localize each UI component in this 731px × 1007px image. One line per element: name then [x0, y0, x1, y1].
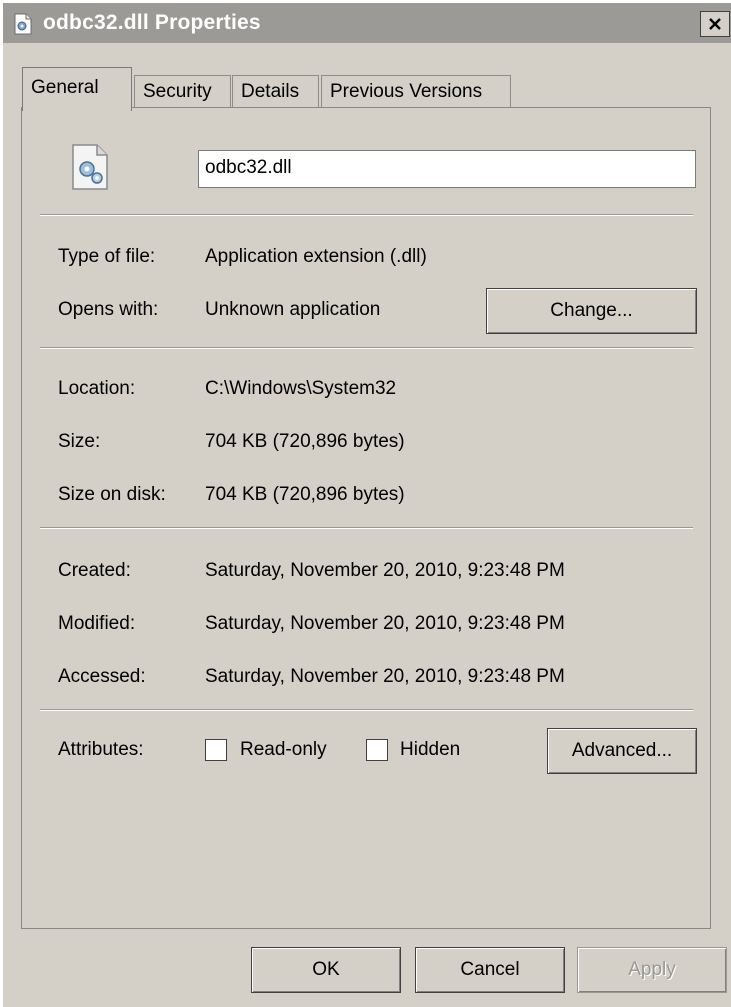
close-icon [709, 18, 721, 30]
general-tab-panel [21, 107, 711, 929]
location-value: C:\Windows\System32 [205, 378, 397, 399]
accessed-value: Saturday, November 20, 2010, 9:23:48 PM [205, 666, 565, 687]
type-of-file-value: Application extension (.dll) [205, 246, 427, 267]
cancel-button[interactable]: Cancel [415, 947, 565, 993]
tab-label: Security [143, 81, 212, 102]
opens-with-label: Opens with: [58, 299, 159, 320]
title-bar[interactable]: odbc32.dll Properties [3, 3, 731, 43]
opens-with-value: Unknown application [205, 299, 381, 320]
size-on-disk-label: Size on disk: [58, 484, 166, 505]
read-only-label[interactable]: Read-only [240, 738, 327, 762]
close-button[interactable] [700, 11, 730, 37]
accessed-label: Accessed: [58, 666, 146, 687]
divider [40, 214, 693, 216]
window-title: odbc32.dll Properties [43, 11, 261, 34]
tab-label: Details [241, 81, 300, 102]
divider [40, 527, 693, 529]
file-name-input[interactable]: odbc32.dll [198, 150, 696, 188]
size-on-disk-value: 704 KB (720,896 bytes) [205, 484, 405, 505]
properties-window: odbc32.dll Properties General Security D… [3, 3, 731, 1007]
apply-button[interactable]: Apply [577, 947, 727, 993]
tab-details[interactable]: Details [232, 75, 319, 109]
divider [40, 709, 693, 711]
gear-document-icon [72, 144, 108, 190]
tab-label: General [31, 77, 99, 98]
created-value: Saturday, November 20, 2010, 9:23:48 PM [205, 560, 565, 581]
divider [40, 347, 693, 349]
location-label: Location: [58, 378, 136, 399]
type-of-file-label: Type of file: [58, 246, 156, 267]
size-label: Size: [58, 431, 101, 452]
size-value: 704 KB (720,896 bytes) [205, 431, 405, 452]
hidden-label[interactable]: Hidden [400, 738, 460, 762]
hidden-checkbox[interactable] [366, 739, 388, 761]
created-label: Created: [58, 560, 131, 581]
tab-general[interactable]: General [22, 67, 132, 111]
tab-label: Previous Versions [330, 81, 483, 102]
read-only-checkbox[interactable] [205, 739, 227, 761]
modified-label: Modified: [58, 613, 136, 634]
tab-security[interactable]: Security [134, 75, 231, 109]
modified-value: Saturday, November 20, 2010, 9:23:48 PM [205, 613, 565, 634]
tab-previous-versions[interactable]: Previous Versions [321, 75, 511, 109]
dll-file-icon [14, 13, 32, 35]
change-button[interactable]: Change... [486, 288, 697, 334]
attributes-label: Attributes: [58, 739, 144, 760]
ok-button[interactable]: OK [251, 947, 401, 993]
advanced-button[interactable]: Advanced... [547, 728, 697, 774]
